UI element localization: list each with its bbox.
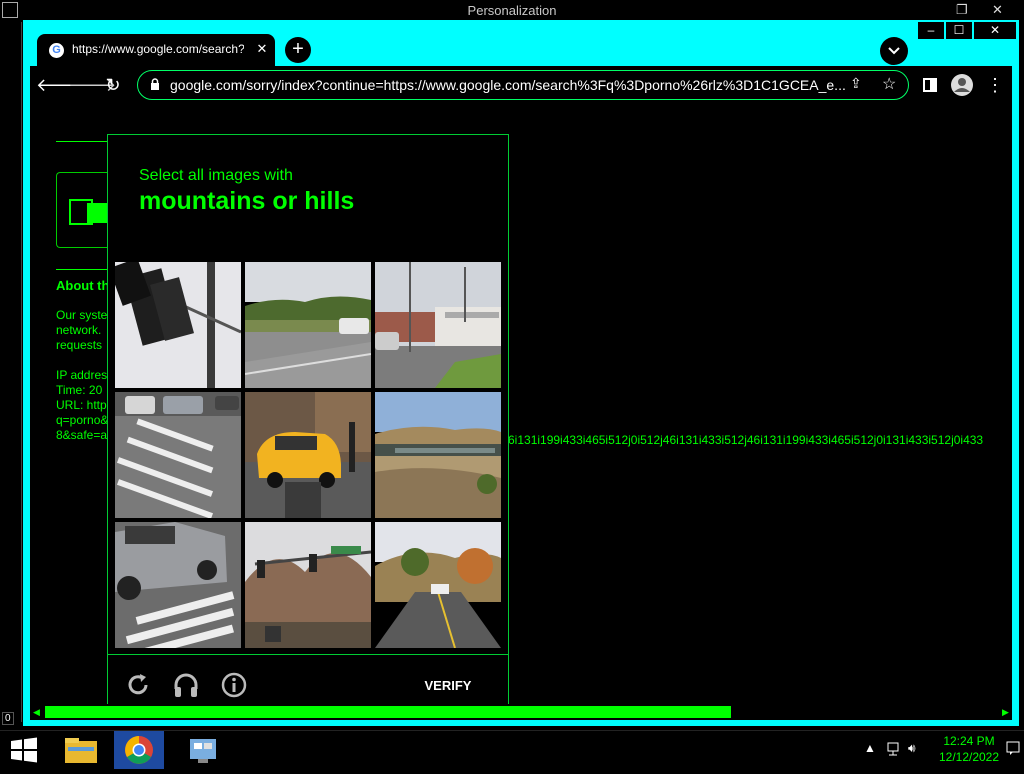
- show-hidden-icons-icon[interactable]: ▲: [864, 741, 876, 755]
- captcha-image-grid: [115, 262, 503, 650]
- divider: [108, 654, 508, 655]
- scroll-left-icon[interactable]: ◀: [33, 707, 40, 718]
- captcha-tile[interactable]: [115, 392, 241, 518]
- captcha-tile[interactable]: [375, 392, 501, 518]
- back-arrow-icon[interactable]: 🡐: [36, 72, 84, 98]
- tab-search-button[interactable]: [880, 37, 908, 65]
- url-text: google.com/sorry/index?continue=https://…: [170, 77, 846, 93]
- captcha-tile[interactable]: [245, 262, 371, 388]
- captcha-instruction: Select all images with: [139, 167, 293, 184]
- volume-icon[interactable]: 🔊︎: [908, 741, 916, 756]
- captcha-tile[interactable]: [375, 522, 501, 648]
- logo-icon: [87, 203, 107, 223]
- captcha-header: Select all images with mountains or hill…: [108, 135, 508, 261]
- chevron-down-icon: [888, 47, 900, 55]
- notifications-icon[interactable]: [1006, 741, 1020, 758]
- page-content: About th Our syste network. requests IP …: [30, 104, 1012, 715]
- headphones-icon[interactable]: [172, 671, 200, 699]
- chrome-taskbar-icon[interactable]: [114, 731, 164, 769]
- forward-arrow-icon[interactable]: 🡒: [68, 72, 116, 98]
- profile-avatar-icon[interactable]: [949, 72, 975, 98]
- maximize-button[interactable]: ☐: [946, 22, 972, 39]
- verify-button[interactable]: VERIFY: [408, 675, 488, 697]
- clock-time: 12:24 PM: [943, 734, 995, 748]
- info-icon[interactable]: [220, 671, 248, 699]
- tab-strip: G https://www.google.com/search?q=porno&…: [23, 20, 1019, 66]
- browser-window: G https://www.google.com/search?q=porno&…: [23, 20, 1019, 726]
- browser-tab[interactable]: G https://www.google.com/search?q=porno&…: [37, 34, 275, 66]
- tab-title: https://www.google.com/search?q=porno&rl…: [72, 42, 244, 56]
- network-icon[interactable]: [886, 741, 902, 760]
- tab-close-icon[interactable]: ✕: [253, 40, 271, 58]
- new-tab-button[interactable]: +: [285, 37, 311, 63]
- background-window-title: Personalization: [467, 3, 557, 18]
- recaptcha-challenge: Select all images with mountains or hill…: [107, 134, 509, 715]
- menu-kebab-icon[interactable]: ⋮: [982, 72, 1008, 98]
- divider: [21, 22, 22, 722]
- scroll-thumb[interactable]: [45, 706, 731, 718]
- close-icon[interactable]: ✕: [992, 2, 1003, 18]
- taskbar: ▲ 🔊︎ 12:24 PM 12/12/2022: [0, 730, 1024, 769]
- minimize-button[interactable]: –: [918, 22, 944, 39]
- share-icon[interactable]: ⇪: [850, 75, 862, 92]
- control-panel-icon[interactable]: [178, 731, 228, 769]
- google-favicon-icon: G: [49, 43, 64, 58]
- side-panel-icon[interactable]: [917, 72, 943, 98]
- close-button[interactable]: ✕: [974, 22, 1016, 39]
- reload-icon[interactable]: ↻: [100, 72, 126, 98]
- captcha-target: mountains or hills: [139, 187, 355, 215]
- reload-icon[interactable]: [124, 671, 152, 699]
- file-explorer-icon[interactable]: [56, 731, 106, 769]
- clock-date: 12/12/2022: [938, 750, 1000, 764]
- captcha-tile[interactable]: [245, 522, 371, 648]
- background-label: 0: [2, 712, 14, 725]
- maximize-icon[interactable]: ❐: [956, 2, 968, 18]
- background-window-titlebar: Personalization ❐ ✕: [0, 0, 1024, 22]
- lock-icon: [151, 78, 159, 90]
- horizontal-scrollbar[interactable]: ◀ ▶: [30, 704, 1012, 720]
- captcha-tile[interactable]: [115, 262, 241, 388]
- captcha-tile[interactable]: [245, 392, 371, 518]
- system-clock[interactable]: 12:24 PM 12/12/2022: [934, 733, 1004, 765]
- url-parameters-text: 6i131i199i433i465i512j0i512j46i131i433i5…: [508, 433, 984, 447]
- scroll-right-icon[interactable]: ▶: [1002, 707, 1009, 718]
- captcha-tile[interactable]: [115, 522, 241, 648]
- bookmark-star-icon[interactable]: ☆: [882, 74, 896, 94]
- browser-toolbar: 🡐 🡒 ↻ google.com/sorry/index?continue=ht…: [30, 66, 1012, 104]
- address-bar[interactable]: google.com/sorry/index?continue=https://…: [137, 70, 909, 100]
- about-heading: About th: [56, 278, 110, 293]
- windows-start-icon[interactable]: [10, 737, 38, 763]
- captcha-tile[interactable]: [375, 262, 501, 388]
